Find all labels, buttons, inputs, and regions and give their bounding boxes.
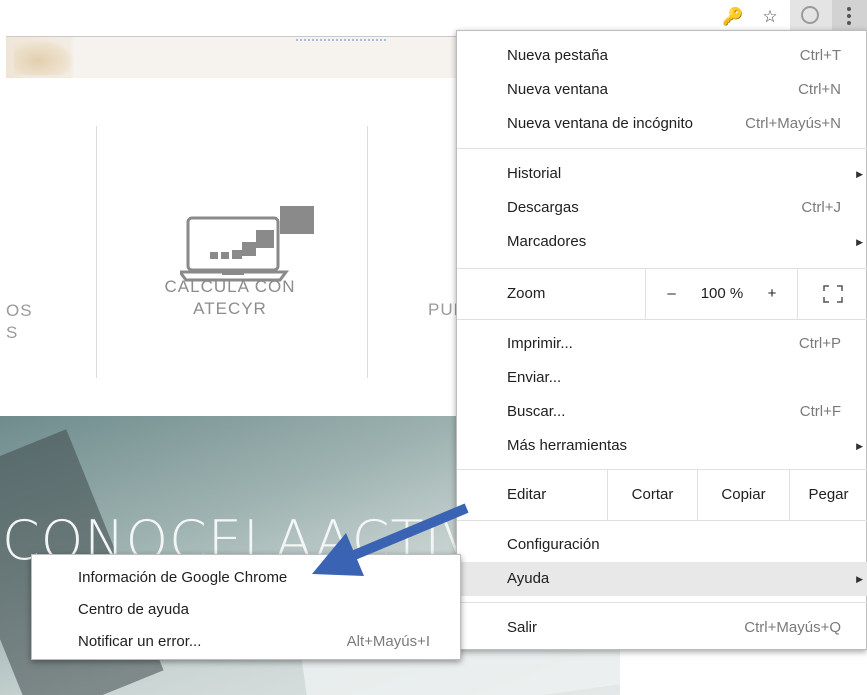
fullscreen-button[interactable] [797,269,867,319]
divider [367,126,368,378]
menu-item-exit[interactable]: Salir Ctrl+Mayús+Q [457,611,867,645]
menu-item-help-center[interactable]: Centro de ayuda [32,593,460,627]
menu-item-new-window[interactable]: Nueva ventana Ctrl+N [457,73,867,107]
cut-button[interactable]: Cortar [607,470,697,520]
hero-strip [6,36,466,78]
copy-button[interactable]: Copiar [697,470,789,520]
menu-row-edit: Editar Cortar Copiar Pegar [457,470,867,520]
services-section: OS S CALCULA CON ATECYR PUE [0,78,465,416]
submenu-arrow-icon: ▶ [856,574,863,584]
menu-item-label: Información de Google Chrome [78,569,288,586]
menu-item-label: Nueva ventana [507,81,608,98]
submenu-arrow-icon: ▶ [856,237,863,247]
menu-item-history[interactable]: Historial ▶ [457,157,867,191]
paste-button[interactable]: Pegar [789,470,867,520]
bookmark-star-icon[interactable]: ☆ [757,4,783,30]
zoom-in-button[interactable]: + [747,269,797,319]
kebab-menu-icon [847,14,851,18]
calcula-con-atecyr-link[interactable]: CALCULA CON ATECYR [130,276,330,320]
menu-row-zoom: Zoom – 100 % + [457,269,867,319]
menu-item-print[interactable]: Imprimir... Ctrl+P [457,327,867,361]
chrome-menu-button[interactable] [832,0,867,32]
menu-item-label: Configuración [507,536,600,553]
extension-icon [801,6,819,24]
menu-item-find[interactable]: Buscar... Ctrl+F [457,395,867,429]
submenu-arrow-icon: ▶ [856,169,863,179]
menu-separator [457,602,867,603]
menu-item-report-issue[interactable]: Notificar un error... Alt+Mayús+I [32,625,460,659]
menu-item-shortcut: Ctrl+F [799,403,841,420]
menu-item-label: Historial [507,165,562,182]
menu-item-downloads[interactable]: Descargas Ctrl+J [457,191,867,225]
zoom-level: 100 % [700,285,744,302]
key-icon[interactable]: 🔑 [720,4,746,30]
menu-item-shortcut: Ctrl+T [799,47,841,64]
menu-item-label: Marcadores [507,233,587,250]
menu-item-send[interactable]: Enviar... [457,361,867,395]
menu-item-label: Salir [507,619,538,636]
hero-image [14,39,74,75]
fullscreen-icon [822,285,843,303]
menu-item-label: Descargas [507,199,579,216]
menu-item-new-tab[interactable]: Nueva pestaña Ctrl+T [457,39,867,73]
menu-item-label: Nueva ventana de incógnito [507,115,693,132]
menu-item-shortcut: Ctrl+P [798,335,841,352]
kebab-menu-icon [847,7,851,11]
kebab-menu-icon [847,21,851,25]
menu-item-shortcut: Ctrl+Mayús+N [745,115,841,132]
menu-item-label: Más herramientas [507,437,628,454]
menu-item-label: Imprimir... [507,335,573,352]
menu-item-label: Nueva pestaña [507,47,608,64]
menu-item-label: Ayuda [507,570,550,587]
menu-separator [457,319,867,320]
zoom-label: Zoom [507,285,546,302]
menu-item-shortcut: Alt+Mayús+I [346,633,430,650]
menu-item-help[interactable]: Ayuda ▶ [457,562,867,596]
edit-label: Editar [507,486,547,503]
menu-item-shortcut: Ctrl+Mayús+Q [744,619,841,636]
extension-button[interactable] [790,0,832,32]
menu-separator [457,148,867,149]
menu-item-label: Centro de ayuda [78,601,189,618]
chrome-main-menu: Nueva pestaña Ctrl+T Nueva ventana Ctrl+… [456,30,867,650]
menu-item-label: Buscar... [507,403,566,420]
submenu-arrow-icon: ▶ [856,441,863,451]
divider [96,126,97,378]
menu-item-incognito[interactable]: Nueva ventana de incógnito Ctrl+Mayús+N [457,107,867,141]
hero-link[interactable] [296,39,386,45]
menu-item-more-tools[interactable]: Más herramientas ▶ [457,429,867,463]
menu-item-settings[interactable]: Configuración [457,528,867,562]
menu-item-shortcut: Ctrl+N [798,81,841,98]
menu-item-shortcut: Ctrl+J [801,199,841,216]
service-left-label[interactable]: OS S [6,300,33,344]
menu-separator [457,520,867,521]
menu-item-label: Enviar... [507,369,562,386]
menu-item-label: Notificar un error... [78,633,202,650]
laptop-calculator-icon [180,206,314,282]
zoom-out-button[interactable]: – [645,269,697,319]
help-submenu: Información de Google Chrome Centro de a… [31,554,461,660]
menu-item-bookmarks[interactable]: Marcadores ▶ [457,225,867,259]
menu-item-about-chrome[interactable]: Información de Google Chrome [32,561,460,595]
